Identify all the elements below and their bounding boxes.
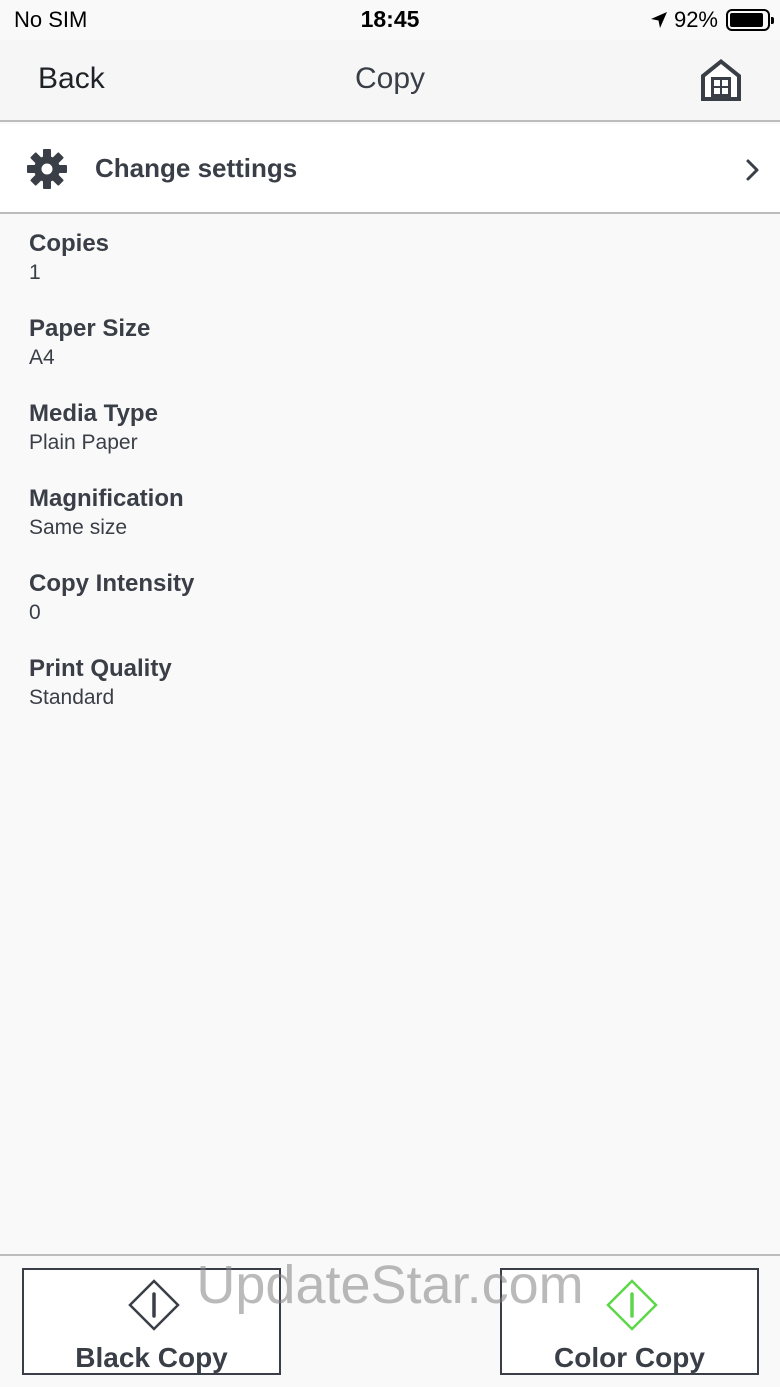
setting-magnification: Magnification Same size [29,484,184,542]
battery-cap [771,17,774,24]
setting-paper-size: Paper Size A4 [29,314,150,372]
setting-label: Copy Intensity [29,570,195,597]
start-diamond-icon [606,1279,658,1331]
bottom-separator [0,1254,780,1256]
black-copy-label: Black Copy [75,1342,228,1373]
setting-label: Paper Size [29,315,151,342]
change-settings-label: Change settings [95,153,298,183]
setting-label: Print Quality [29,655,172,682]
color-copy-label: Color Copy [554,1342,705,1373]
black-copy-button[interactable]: Black Copy [22,1268,281,1375]
setting-print-quality: Print Quality Standard [29,654,172,712]
setting-value: Standard [29,686,115,709]
page-title: Copy [354,62,426,95]
color-copy-button[interactable]: Color Copy [500,1268,759,1375]
status-bar: No SIM 18:45 92% [0,0,780,40]
chevron-right-icon [746,159,759,181]
setting-label: Media Type [29,400,158,427]
setting-label: Copies [29,230,110,257]
setting-value: A4 [29,346,55,369]
start-diamond-icon [128,1279,180,1331]
setting-value: 1 [29,261,41,284]
battery-percent: 92% [673,7,718,32]
battery-icon [726,9,774,31]
setting-copies: Copies 1 [29,229,109,287]
home-icon[interactable] [697,55,745,103]
battery-level [730,13,764,27]
setting-label: Magnification [29,485,184,512]
navigation-bar: Back Copy [0,40,780,122]
setting-value: Same size [29,516,128,539]
setting-media-type: Media Type Plain Paper [29,399,158,457]
status-right-group: 92% [650,7,774,33]
setting-value: Plain Paper [29,431,138,454]
setting-value: 0 [29,601,41,624]
change-settings-row[interactable]: Change settings [0,124,780,214]
location-arrow-icon [650,12,667,28]
setting-copy-intensity: Copy Intensity 0 [29,569,194,627]
gear-icon [27,149,67,189]
